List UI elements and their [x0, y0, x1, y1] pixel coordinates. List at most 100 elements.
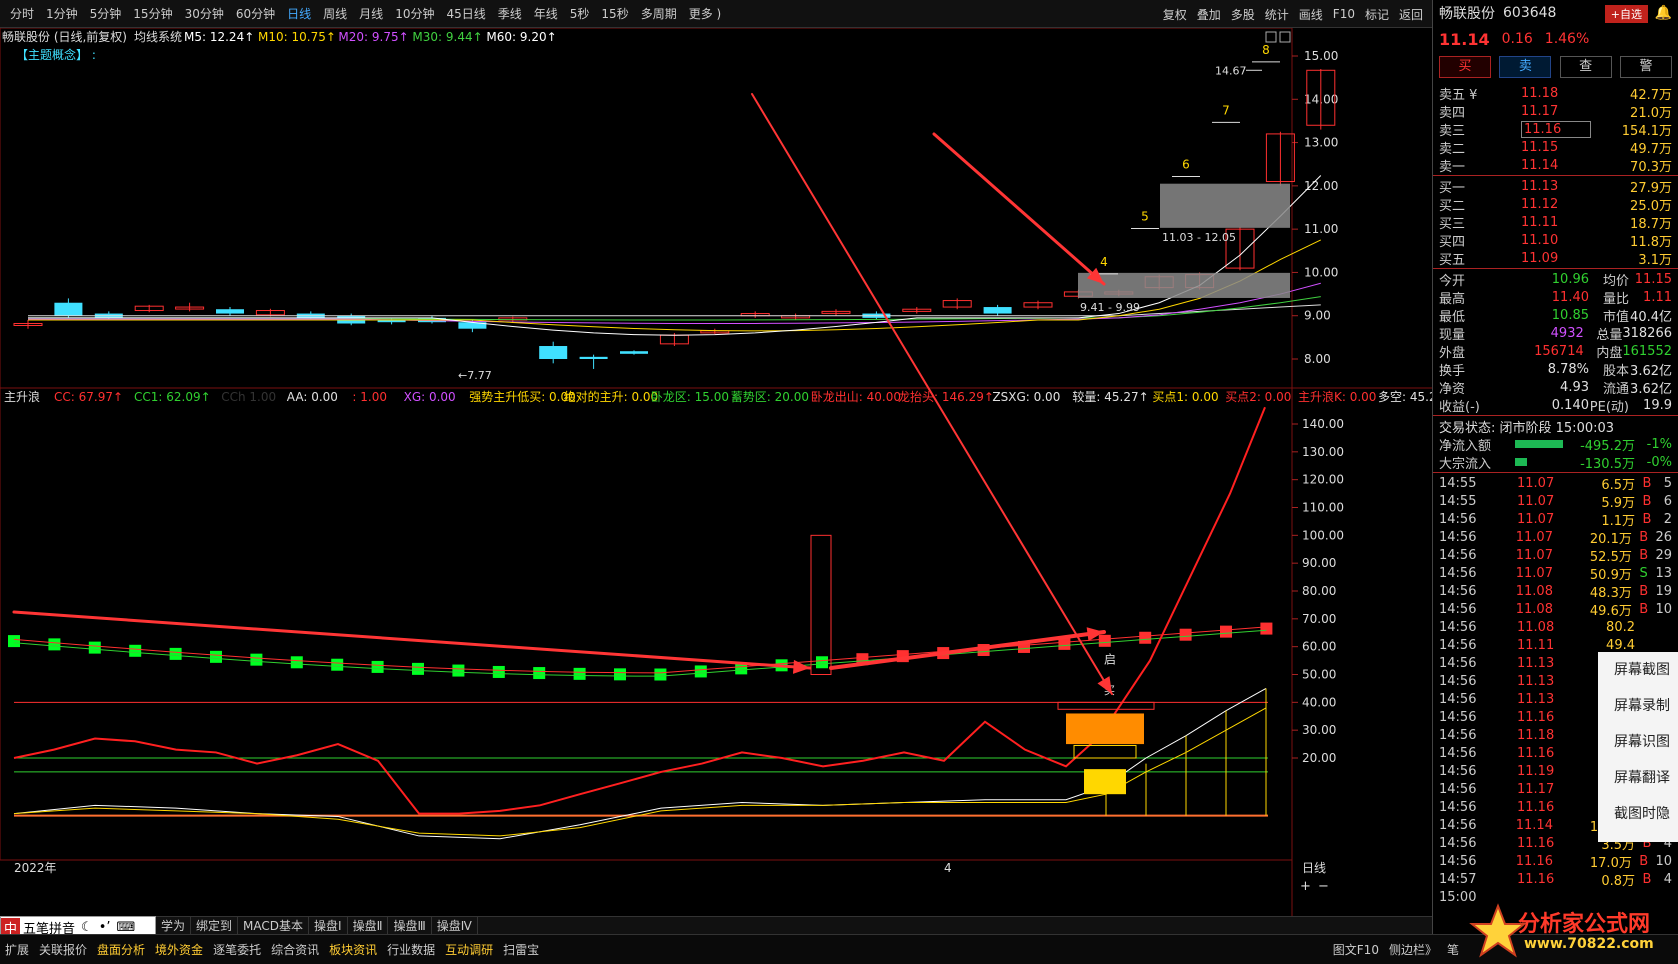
- indicator-value-16: 主升浪K: 0.00: [1298, 389, 1376, 404]
- tool-button-3[interactable]: 统计: [1260, 6, 1294, 23]
- period-tab-1[interactable]: 1分钟: [40, 5, 84, 22]
- status-tab-1[interactable]: 关联报价: [34, 941, 92, 958]
- period-tab-14[interactable]: 15秒: [595, 5, 634, 22]
- candle-body: [54, 302, 83, 316]
- context-menu: 屏幕截图 屏幕录制 屏幕识图 屏幕翻译 截图时隐: [1598, 652, 1678, 842]
- ask-row[interactable]: 卖三 11.16 154.1万: [1433, 120, 1678, 139]
- tool-button-1[interactable]: 叠加: [1192, 6, 1226, 23]
- context-menu-item-3[interactable]: 屏幕翻译: [1598, 760, 1678, 796]
- tool-button-7[interactable]: 返回: [1394, 6, 1428, 23]
- tick-time: 14:56: [1439, 601, 1477, 617]
- stat-value: 10.96: [1551, 271, 1589, 287]
- sell-button[interactable]: 卖: [1499, 56, 1552, 78]
- tool-button-0[interactable]: 复权: [1158, 6, 1192, 23]
- period-tab-10[interactable]: 45日线: [440, 5, 491, 22]
- tick-count: 13: [1655, 565, 1672, 581]
- chart-area[interactable]: 畅联股份 (日线,前复权) 均线系统 M5: 12.24↑ M10: 10.75↑ M2…: [0, 28, 1432, 916]
- period-tab-0[interactable]: 分时: [4, 5, 40, 22]
- buy-button[interactable]: 买: [1439, 56, 1491, 78]
- tick-price: 11.07: [1515, 547, 1553, 563]
- context-menu-item-2[interactable]: 屏幕识图: [1598, 724, 1678, 760]
- tick-side: B: [1639, 853, 1649, 869]
- period-tab-6[interactable]: 日线: [281, 5, 317, 22]
- period-tab-5[interactable]: 60分钟: [230, 5, 281, 22]
- period-tab-3[interactable]: 15分钟: [127, 5, 178, 22]
- bid-row[interactable]: 买四 11.10 11.8万: [1433, 231, 1678, 250]
- context-menu-item-1[interactable]: 屏幕录制: [1598, 688, 1678, 724]
- bid-row[interactable]: 买五 11.09 3.1万: [1433, 249, 1678, 268]
- stat-row: 净资 4.93 流通 3.62亿: [1433, 378, 1678, 397]
- indicator-tab-2[interactable]: MACD基本: [238, 917, 310, 934]
- status-right-0[interactable]: 图文F10: [1328, 941, 1384, 958]
- indicator-tab-3[interactable]: 操盘Ⅰ: [309, 917, 348, 934]
- period-tab-15[interactable]: 多周期: [635, 5, 683, 22]
- ask-row[interactable]: 卖五 ¥ 11.18 42.7万: [1433, 84, 1678, 103]
- status-tab-8[interactable]: 互动调研: [440, 941, 498, 958]
- tick-time: 14:56: [1439, 709, 1477, 725]
- status-tab-9[interactable]: 扫雷宝: [498, 941, 544, 958]
- tool-button-6[interactable]: 标记: [1360, 6, 1394, 23]
- price-pct: 1.46%: [1544, 31, 1590, 47]
- period-tab-11[interactable]: 季线: [492, 5, 528, 22]
- period-tab-16[interactable]: 更多 ): [683, 5, 728, 22]
- status-tab-0[interactable]: 扩展: [0, 941, 34, 958]
- status-right-2[interactable]: 笔: [1442, 941, 1464, 958]
- status-right-1[interactable]: 侧边栏》: [1384, 941, 1442, 958]
- bell-icon[interactable]: 🔔: [1655, 5, 1672, 21]
- x-year-label: 2022年: [14, 861, 57, 875]
- indicator-tab-4[interactable]: 操盘Ⅱ: [348, 917, 389, 934]
- moon-icon[interactable]: ☾: [78, 920, 96, 935]
- indicator-tab-0[interactable]: 学为: [156, 917, 192, 934]
- tick-price: 11.16: [1517, 871, 1555, 887]
- ask-row[interactable]: 卖四 11.17 21.0万: [1433, 102, 1678, 121]
- x-mid-label: 4: [944, 861, 952, 875]
- status-tab-6[interactable]: 板块资讯: [324, 941, 382, 958]
- count-label: 8: [1262, 43, 1270, 57]
- status-tab-4[interactable]: 逐笔委托: [208, 941, 266, 958]
- period-tab-7[interactable]: 周线: [317, 5, 353, 22]
- indicator-tab-5[interactable]: 操盘Ⅲ: [388, 917, 432, 934]
- cc-band-square: [533, 667, 546, 680]
- bid-row[interactable]: 买三 11.11 18.7万: [1433, 213, 1678, 232]
- alert-button[interactable]: 警: [1619, 56, 1672, 78]
- ask-row[interactable]: 卖一 11.14 70.3万: [1433, 156, 1678, 175]
- period-tab-2[interactable]: 5分钟: [84, 5, 128, 22]
- stat-value: 0.140: [1551, 397, 1589, 413]
- price-line: 11.14 0.16 1.46%: [1433, 26, 1678, 52]
- price-tick-label: 10.00: [1304, 265, 1338, 279]
- tool-button-2[interactable]: 多股: [1226, 6, 1260, 23]
- tool-button-5[interactable]: F10: [1328, 7, 1360, 21]
- kline-chart[interactable]: 畅联股份 (日线,前复权) 均线系统 M5: 12.24↑ M10: 10.75↑ M2…: [0, 28, 1432, 916]
- flow-pct: -0%: [1646, 454, 1672, 470]
- value-tick-label: 50.00: [1302, 668, 1336, 682]
- tick-time: 14:55: [1439, 475, 1477, 491]
- bid-row[interactable]: 买二 11.12 25.0万: [1433, 195, 1678, 214]
- stat-value-2: 3.62亿: [1630, 363, 1672, 379]
- status-tab-2[interactable]: 盘面分析: [92, 941, 150, 958]
- tool-button-4[interactable]: 画线: [1294, 6, 1328, 23]
- add-favorite-button[interactable]: +自选: [1604, 5, 1648, 23]
- keyboard-icon[interactable]: ⌨: [114, 920, 139, 935]
- punct-icon[interactable]: •’: [96, 920, 114, 935]
- period-tab-4[interactable]: 30分钟: [179, 5, 230, 22]
- stat-label: 最低: [1439, 309, 1466, 325]
- bid-row[interactable]: 买一 11.13 27.9万: [1433, 177, 1678, 196]
- dragon-line: [13, 406, 1266, 815]
- period-tab-8[interactable]: 月线: [353, 5, 389, 22]
- stat-value: 4932: [1550, 325, 1584, 341]
- period-tab-12[interactable]: 年线: [528, 5, 564, 22]
- status-tab-3[interactable]: 境外资金: [150, 941, 208, 958]
- indicator-tab-6[interactable]: 操盘Ⅳ: [432, 917, 478, 934]
- tick-count: 5: [1663, 475, 1672, 491]
- trade-state: 交易状态: 闭市阶段 15:00:03: [1439, 420, 1615, 436]
- indicator-tab-1[interactable]: 绑定到: [191, 917, 239, 934]
- status-tab-5[interactable]: 综合资讯: [266, 941, 324, 958]
- query-button[interactable]: 查: [1559, 56, 1612, 78]
- ask-row[interactable]: 卖二 11.15 49.7万: [1433, 138, 1678, 157]
- period-tab-13[interactable]: 5秒: [564, 5, 596, 22]
- context-menu-item-4[interactable]: 截图时隐: [1598, 796, 1678, 832]
- status-tab-7[interactable]: 行业数据: [382, 941, 440, 958]
- period-tab-9[interactable]: 10分钟: [389, 5, 440, 22]
- bid-label: 买一: [1439, 180, 1466, 196]
- context-menu-item-0[interactable]: 屏幕截图: [1598, 652, 1678, 688]
